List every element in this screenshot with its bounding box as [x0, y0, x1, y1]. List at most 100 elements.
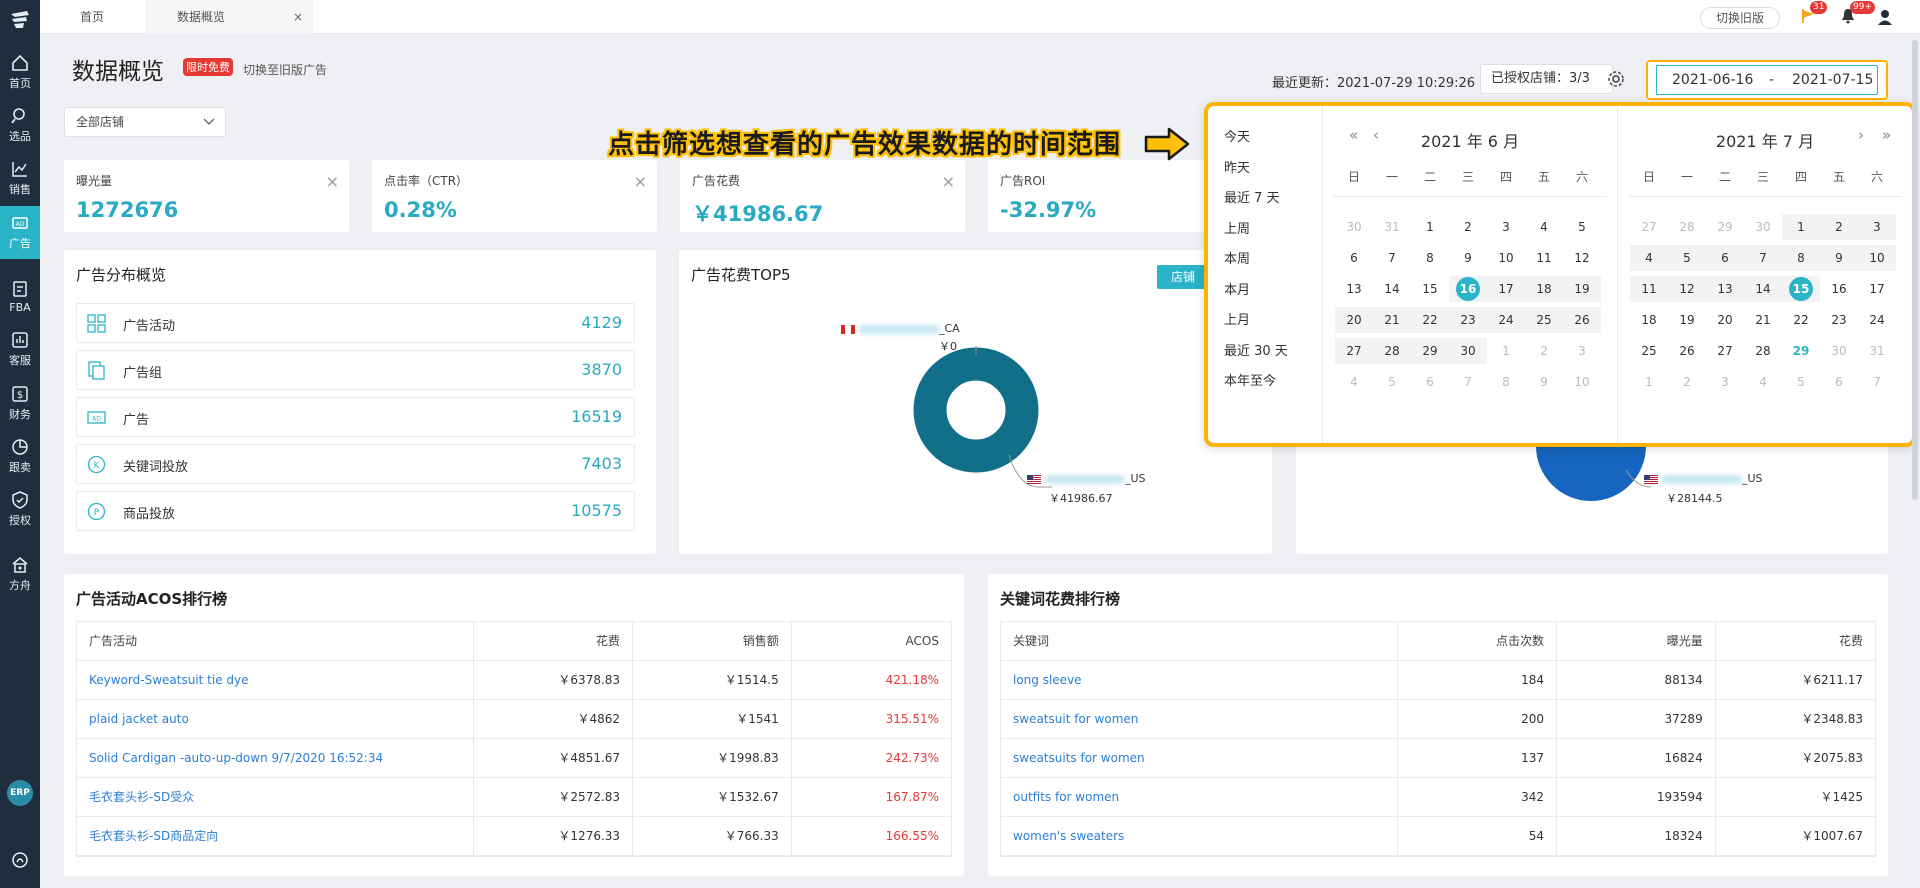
tab-home[interactable]: 首页	[40, 0, 144, 34]
calendar-day[interactable]: 7	[1449, 369, 1487, 395]
date-start[interactable]: 2021-06-16	[1672, 66, 1753, 94]
flag-notification[interactable]: 31	[1800, 1, 1828, 28]
shortcut-option[interactable]: 上月	[1224, 309, 1250, 328]
calendar-day[interactable]: 8	[1782, 245, 1820, 271]
table-link-cell[interactable]: 毛衣套头衫-SD商品定向	[77, 816, 475, 856]
calendar-day[interactable]: 29	[1411, 338, 1449, 364]
close-icon[interactable]: ×	[942, 172, 955, 191]
calendar-day[interactable]: 7	[1858, 369, 1896, 395]
calendar-day[interactable]: 10	[1563, 369, 1601, 395]
calendar-day[interactable]: 29	[1706, 214, 1744, 240]
calendar-day[interactable]: 18	[1630, 307, 1668, 333]
table-header[interactable]: 花费	[473, 622, 634, 661]
calendar-day[interactable]: 29	[1782, 338, 1820, 364]
calendar-day[interactable]: 9	[1449, 245, 1487, 271]
calendar-day[interactable]: 25	[1525, 307, 1563, 333]
calendar-day[interactable]: 17	[1487, 276, 1525, 302]
table-header[interactable]: ACOS	[791, 622, 951, 661]
date-end[interactable]: 2021-07-15	[1792, 66, 1873, 94]
calendar-day[interactable]: 12	[1563, 245, 1601, 271]
calendar-day[interactable]: 2	[1668, 369, 1706, 395]
calendar-day[interactable]: 7	[1373, 245, 1411, 271]
calendar-day[interactable]: 25	[1630, 338, 1668, 364]
table-link-cell[interactable]: Keyword-Sweatsuit tie dye	[77, 660, 475, 700]
bell-notification[interactable]: 99+	[1840, 1, 1875, 28]
calendar-day[interactable]: 3	[1706, 369, 1744, 395]
table-link-cell[interactable]: outfits for women	[1001, 777, 1399, 817]
table-link-cell[interactable]: 毛衣套头衫-SD受众	[77, 777, 475, 817]
date-range-input[interactable]: 2021-06-16 - 2021-07-15	[1656, 65, 1878, 95]
calendar-day[interactable]: 7	[1744, 245, 1782, 271]
calendar-day[interactable]: 17	[1858, 276, 1896, 302]
calendar-day[interactable]: 10	[1858, 245, 1896, 271]
calendar-day[interactable]: 2	[1525, 338, 1563, 364]
erp-button[interactable]: ERP	[7, 780, 33, 806]
shortcut-option[interactable]: 最近 30 天	[1224, 340, 1288, 359]
calendar-day[interactable]: 15	[1411, 276, 1449, 302]
sidebar-item-7[interactable]: 跟卖	[0, 430, 40, 483]
page-scrollbar[interactable]	[1912, 40, 1918, 500]
calendar-day[interactable]: 11	[1630, 276, 1668, 302]
table-header[interactable]: 曝光量	[1556, 622, 1716, 661]
help-icon[interactable]	[12, 852, 28, 872]
calendar-day[interactable]: 30	[1744, 214, 1782, 240]
table-header[interactable]: 关键词	[1001, 622, 1399, 661]
table-header[interactable]: 销售额	[632, 622, 792, 661]
calendar-day[interactable]: 24	[1858, 307, 1896, 333]
shortcut-option[interactable]: 今天	[1224, 126, 1250, 145]
calendar-day[interactable]: 1	[1487, 338, 1525, 364]
calendar-day[interactable]: 8	[1411, 245, 1449, 271]
calendar-day[interactable]: 16	[1820, 276, 1858, 302]
calendar-day[interactable]: 3	[1487, 214, 1525, 240]
table-link-cell[interactable]: plaid jacket auto	[77, 699, 475, 739]
calendar-day[interactable]: 5	[1373, 369, 1411, 395]
calendar-day[interactable]: 5	[1668, 245, 1706, 271]
calendar-day[interactable]: 28	[1744, 338, 1782, 364]
sidebar-item-0[interactable]: 首页	[0, 46, 40, 99]
calendar-day[interactable]: 15	[1782, 276, 1820, 302]
calendar-day[interactable]: 3	[1858, 214, 1896, 240]
tab-close-icon[interactable]: ×	[293, 0, 303, 34]
store-select[interactable]: 全部店铺	[64, 107, 226, 137]
calendar-day[interactable]: 27	[1706, 338, 1744, 364]
sidebar-item-5[interactable]: 客服	[0, 323, 40, 376]
sidebar-item-3[interactable]: AD 广告	[0, 206, 40, 259]
gear-icon[interactable]	[1607, 70, 1625, 92]
calendar-day[interactable]: 20	[1335, 307, 1373, 333]
table-link-cell[interactable]: Solid Cardigan -auto-up-down 9/7/2020 16…	[77, 738, 475, 778]
logo[interactable]	[0, 0, 40, 40]
calendar-day[interactable]: 6	[1411, 369, 1449, 395]
calendar-day[interactable]: 1	[1782, 214, 1820, 240]
calendar-day[interactable]: 14	[1373, 276, 1411, 302]
switch-old-version-button[interactable]: 切换旧版	[1700, 7, 1780, 29]
authorized-stores[interactable]: 已授权店铺：3/3	[1480, 64, 1613, 94]
calendar-day[interactable]: 23	[1820, 307, 1858, 333]
calendar-day[interactable]: 30	[1335, 214, 1373, 240]
shortcut-option[interactable]: 本周	[1224, 248, 1250, 267]
sidebar-item-1[interactable]: 选品	[0, 99, 40, 152]
calendar-day[interactable]: 27	[1630, 214, 1668, 240]
calendar-day[interactable]: 10	[1487, 245, 1525, 271]
sidebar-item-6[interactable]: $ 财务	[0, 377, 40, 430]
calendar-day[interactable]: 3	[1563, 338, 1601, 364]
distribution-row[interactable]: K 关键词投放 7403	[76, 444, 635, 484]
calendar-day[interactable]: 1	[1630, 369, 1668, 395]
calendar-day[interactable]: 5	[1563, 214, 1601, 240]
calendar-day[interactable]: 4	[1335, 369, 1373, 395]
shortcut-option[interactable]: 上周	[1224, 218, 1250, 237]
switch-old-ads-link[interactable]: 切换至旧版广告	[243, 61, 327, 78]
close-icon[interactable]: ×	[326, 172, 339, 191]
tab-data-overview[interactable]: 数据概览 ×	[145, 0, 313, 34]
calendar-day[interactable]: 30	[1449, 338, 1487, 364]
calendar-day[interactable]: 5	[1782, 369, 1820, 395]
shortcut-option[interactable]: 昨天	[1224, 157, 1250, 176]
table-link-cell[interactable]: long sleeve	[1001, 660, 1399, 700]
calendar-day[interactable]: 13	[1335, 276, 1373, 302]
calendar-day[interactable]: 28	[1668, 214, 1706, 240]
table-link-cell[interactable]: women's sweaters	[1001, 816, 1399, 856]
calendar-day[interactable]: 31	[1373, 214, 1411, 240]
sidebar-item-8[interactable]: 授权	[0, 483, 40, 536]
calendar-day[interactable]: 8	[1487, 369, 1525, 395]
close-icon[interactable]: ×	[634, 172, 647, 191]
calendar-day[interactable]: 18	[1525, 276, 1563, 302]
